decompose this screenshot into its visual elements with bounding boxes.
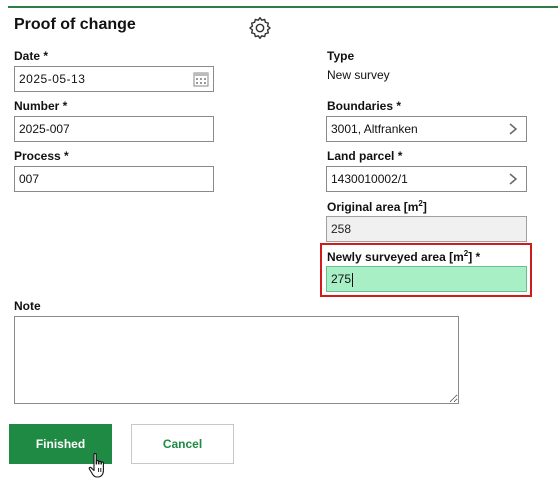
gear-icon[interactable] bbox=[247, 15, 273, 41]
original-area-label: Original area [m2] bbox=[327, 199, 427, 214]
boundaries-field[interactable]: 3001, Altfranken bbox=[326, 116, 527, 142]
number-value: 2025-007 bbox=[19, 122, 70, 136]
newly-surveyed-area-label-end: ] * bbox=[468, 250, 481, 264]
date-label: Date * bbox=[14, 49, 49, 63]
newly-surveyed-area-value: 275 bbox=[331, 272, 352, 286]
original-area-value: 258 bbox=[331, 222, 352, 236]
chevron-right-icon[interactable] bbox=[508, 173, 518, 185]
type-label: Type bbox=[327, 49, 355, 63]
date-value: 2025-05-13 bbox=[19, 72, 86, 86]
calendar-icon[interactable] bbox=[193, 71, 209, 87]
header-divider bbox=[8, 6, 558, 8]
date-field[interactable]: 2025-05-13 bbox=[14, 66, 214, 92]
boundaries-label: Boundaries * bbox=[327, 99, 402, 113]
original-area-label-end: ] bbox=[422, 200, 427, 214]
hand-pointer-icon bbox=[88, 453, 104, 478]
process-field[interactable]: 007 bbox=[14, 166, 214, 192]
number-label: Number * bbox=[14, 99, 68, 113]
boundaries-value: 3001, Altfranken bbox=[331, 122, 418, 136]
land-parcel-field[interactable]: 1430010002/1 bbox=[326, 166, 527, 192]
newly-surveyed-area-label-text: Newly surveyed area [m bbox=[327, 250, 464, 264]
cancel-button[interactable]: Cancel bbox=[131, 424, 234, 464]
process-value: 007 bbox=[19, 172, 40, 186]
land-parcel-label: Land parcel * bbox=[327, 149, 403, 163]
process-label: Process * bbox=[14, 149, 69, 163]
text-caret bbox=[352, 272, 354, 287]
page-title: Proof of change bbox=[14, 16, 136, 33]
newly-surveyed-area-field[interactable]: 275 bbox=[326, 266, 527, 292]
original-area-field: 258 bbox=[326, 216, 527, 242]
chevron-right-icon[interactable] bbox=[508, 123, 518, 135]
newly-surveyed-area-label: Newly surveyed area [m2] * bbox=[327, 249, 480, 264]
note-label: Note bbox=[14, 299, 41, 313]
original-area-label-text: Original area [m bbox=[327, 200, 419, 214]
land-parcel-value: 1430010002/1 bbox=[331, 172, 408, 186]
note-textarea[interactable] bbox=[14, 316, 459, 404]
type-value: New survey bbox=[327, 68, 390, 82]
number-field[interactable]: 2025-007 bbox=[14, 116, 214, 142]
